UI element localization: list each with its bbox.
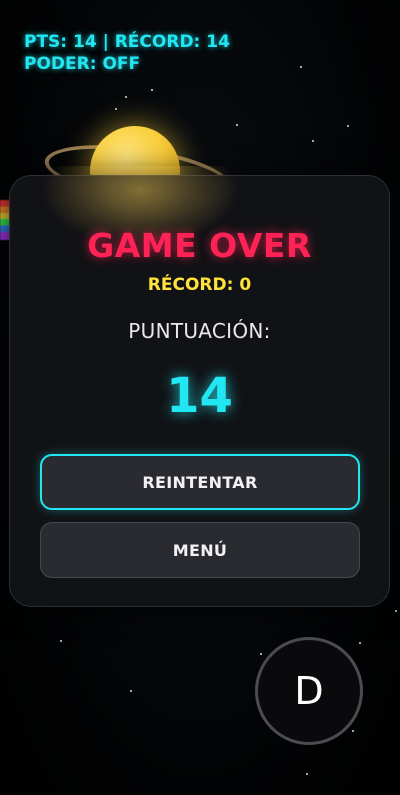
game-over-title: GAME OVER xyxy=(87,226,312,265)
star xyxy=(395,610,397,612)
star xyxy=(130,690,132,692)
record-label: RÉCORD: 0 xyxy=(147,275,252,295)
star xyxy=(151,89,153,91)
star xyxy=(300,66,302,68)
star xyxy=(359,642,361,644)
game-stage[interactable]: PTS: 14 | RÉCORD: 14 PODER: OFF GAME OVE… xyxy=(0,0,400,795)
star xyxy=(60,640,62,642)
retry-button[interactable]: REINTENTAR xyxy=(40,454,360,510)
star xyxy=(236,124,238,126)
star xyxy=(125,96,127,98)
power-status: PODER: OFF xyxy=(24,54,141,74)
hud: PTS: 14 | RÉCORD: 14 PODER: OFF xyxy=(24,31,230,75)
score-label: PUNTUACIÓN: xyxy=(128,319,271,343)
star xyxy=(352,730,354,732)
star xyxy=(115,108,117,110)
menu-button[interactable]: MENÚ xyxy=(40,522,360,578)
game-over-panel: GAME OVER RÉCORD: 0 PUNTUACIÓN: 14 REINT… xyxy=(9,166,390,607)
score-readout: PTS: 14 | RÉCORD: 14 xyxy=(24,32,230,52)
star xyxy=(347,125,349,127)
star xyxy=(260,653,262,655)
star xyxy=(306,773,308,775)
score-value: 14 xyxy=(166,368,233,424)
star xyxy=(312,140,314,142)
action-button[interactable]: D xyxy=(255,637,363,745)
